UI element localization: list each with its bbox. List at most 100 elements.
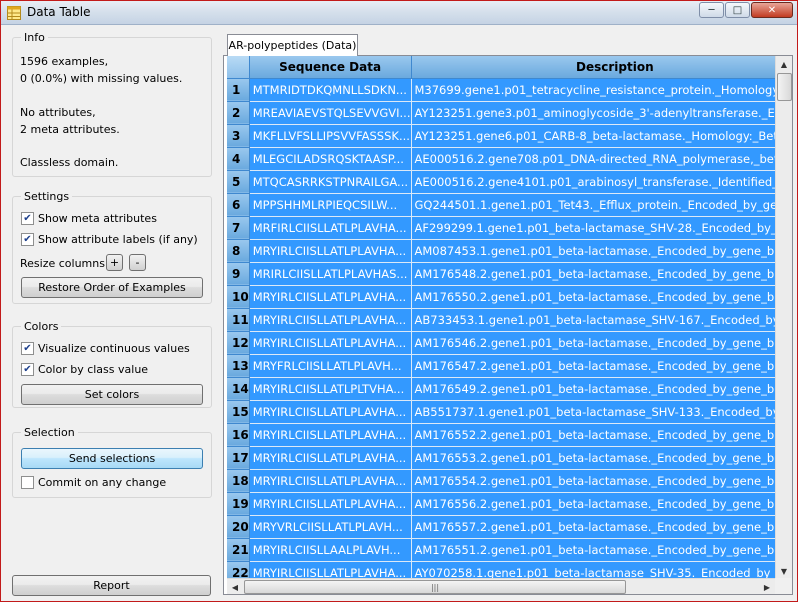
scroll-up-icon[interactable]: ▲ <box>776 56 792 72</box>
sequence-cell[interactable]: MPPSHHMLRPIEQCSILW... <box>249 193 412 217</box>
sequence-cell[interactable]: MRYIRLCIISLLATLPLAVHA... <box>249 423 412 447</box>
row-number[interactable]: 16 <box>227 423 250 447</box>
visualize-checkbox-row[interactable]: ✔ Visualize continuous values <box>21 342 190 355</box>
row-number[interactable]: 20 <box>227 515 250 539</box>
row-number[interactable]: 17 <box>227 446 250 470</box>
table-row[interactable]: 18 MRYIRLCIISLLATLPLAVHA... AM176554.2.gen… <box>227 469 775 493</box>
sequence-cell[interactable]: MTMRIDTDKQMNLLSDKN... <box>249 78 412 102</box>
commit-checkbox-row[interactable]: Commit on any change <box>21 476 166 489</box>
row-number[interactable]: 1 <box>227 78 250 102</box>
sequence-cell[interactable]: MRYIRLCIISLLATLPLAVHA... <box>249 331 412 355</box>
close-button[interactable]: ✕ <box>751 2 793 18</box>
set-colors-button[interactable]: Set colors <box>21 384 203 405</box>
sequence-cell[interactable]: MLEGCILADSRQSKTAASP... <box>249 147 412 171</box>
table-row[interactable]: 5 MTQCASRRKSTPNRAILGA... AE000516.2.gene41… <box>227 170 775 194</box>
row-number[interactable]: 21 <box>227 538 250 562</box>
row-number[interactable]: 18 <box>227 469 250 493</box>
sequence-cell[interactable]: MRYIRLCIISLLATLPLAVHA... <box>249 400 412 424</box>
table-row[interactable]: 1 MTMRIDTDKQMNLLSDKN... M37699.gene1.p01_t… <box>227 78 775 102</box>
row-number[interactable]: 11 <box>227 308 250 332</box>
row-number[interactable]: 12 <box>227 331 250 355</box>
description-cell[interactable]: M37699.gene1.p01_tetracycline_resistance… <box>411 78 775 102</box>
row-number[interactable]: 13 <box>227 354 250 378</box>
resize-minus-button[interactable]: - <box>129 254 146 271</box>
show-labels-checkbox[interactable]: ✔ <box>21 233 34 246</box>
row-number[interactable]: 4 <box>227 147 250 171</box>
description-cell[interactable]: AM176557.2.gene1.p01_beta-lactamase._Enc… <box>411 515 775 539</box>
sequence-cell[interactable]: MRYIRLCIISLLAALPLAVH... <box>249 538 412 562</box>
horizontal-scroll-thumb[interactable]: ||| <box>244 580 626 594</box>
row-number[interactable]: 15 <box>227 400 250 424</box>
description-cell[interactable]: AM176551.2.gene1.p01_beta-lactamase._Enc… <box>411 538 775 562</box>
sequence-cell[interactable]: MRYIRLCIISLLATLPLAVHA... <box>249 492 412 516</box>
sequence-cell[interactable]: MRFIRLCIISLLATLPLAVHA... <box>249 216 412 240</box>
description-cell[interactable]: AM176547.2.gene1.p01_beta-lactamase._Enc… <box>411 354 775 378</box>
color-by-class-checkbox[interactable]: ✔ <box>21 363 34 376</box>
description-cell[interactable]: AM176556.2.gene1.p01_beta-lactamase._Enc… <box>411 492 775 516</box>
table-row[interactable]: 13 MRYFRLCIISLLATLPLAVH... AM176547.2.gene… <box>227 354 775 378</box>
table-row[interactable]: 10 MRYIRLCIISLLATLPLAVHA... AM176550.2.gen… <box>227 285 775 309</box>
sequence-cell[interactable]: MRYIRLCIISLLATLPLAVHA... <box>249 239 412 263</box>
table-row[interactable]: 11 MRYIRLCIISLLATLPLAVHA... AB733453.1.gen… <box>227 308 775 332</box>
minimize-button[interactable]: ─ <box>699 2 724 18</box>
table-row[interactable]: 21 MRYIRLCIISLLAALPLAVH... AM176551.2.gene… <box>227 538 775 562</box>
row-number[interactable]: 7 <box>227 216 250 240</box>
table-row[interactable]: 7 MRFIRLCIISLLATLPLAVHA... AF299299.1.gene… <box>227 216 775 240</box>
title-bar[interactable]: Data Table ─ □ ✕ <box>1 1 797 25</box>
description-cell[interactable]: AM176553.2.gene1.p01_beta-lactamase._Enc… <box>411 446 775 470</box>
table-row[interactable]: 22 MRYIRLCIISLLATLPLAVHA... AY070258.1.gen… <box>227 561 775 579</box>
corner-header[interactable] <box>227 56 250 79</box>
table-row[interactable]: 12 MRYIRLCIISLLATLPLAVHA... AM176546.2.gen… <box>227 331 775 355</box>
description-cell[interactable]: AY123251.gene6.p01_CARB-8_beta-lactamase… <box>411 124 775 148</box>
description-cell[interactable]: AM176550.2.gene1.p01_beta-lactamase._Enc… <box>411 285 775 309</box>
row-number[interactable]: 10 <box>227 285 250 309</box>
table-row[interactable]: 4 MLEGCILADSRQSKTAASP... AE000516.2.gene70… <box>227 147 775 171</box>
row-number[interactable]: 6 <box>227 193 250 217</box>
description-cell[interactable]: AB733453.1.gene1.p01_beta-lactamase_SHV-… <box>411 308 775 332</box>
sequence-cell[interactable]: MTQCASRRKSTPNRAILGA... <box>249 170 412 194</box>
show-meta-checkbox[interactable]: ✔ <box>21 212 34 225</box>
sequence-cell[interactable]: MRYIRLCIISLLATLPLAVHA... <box>249 561 412 579</box>
table-row[interactable]: 9 MRIRLCIISLLATLPLAVHAS... AM176548.2.gene… <box>227 262 775 286</box>
description-cell[interactable]: AY070258.1.gene1.p01_beta-lactamase_SHV-… <box>411 561 775 579</box>
resize-plus-button[interactable]: + <box>106 254 123 271</box>
description-cell[interactable]: AM087453.1.gene1.p01_beta-lactamase._Enc… <box>411 239 775 263</box>
description-cell[interactable]: AM176546.2.gene1.p01_beta-lactamase._Enc… <box>411 331 775 355</box>
show-meta-checkbox-row[interactable]: ✔ Show meta attributes <box>21 212 157 225</box>
description-cell[interactable]: AF299299.1.gene1.p01_beta-lactamase_SHV-… <box>411 216 775 240</box>
table-row[interactable]: 17 MRYIRLCIISLLATLPLAVHA... AM176553.2.gen… <box>227 446 775 470</box>
tab-ar-polypeptides[interactable]: AR-polypeptides (Data) <box>227 34 358 56</box>
row-number[interactable]: 19 <box>227 492 250 516</box>
table-row[interactable]: 2 MREAVIAEVSTQLSEVVGVI... AY123251.gene3.p… <box>227 101 775 125</box>
table-row[interactable]: 3 MKFLLVFSLLIPSVVFASSSK... AY123251.gene6.… <box>227 124 775 148</box>
description-cell[interactable]: AY123251.gene3.p01_aminoglycoside_3'-ade… <box>411 101 775 125</box>
commit-checkbox[interactable] <box>21 476 34 489</box>
row-number[interactable]: 9 <box>227 262 250 286</box>
vertical-scrollbar[interactable]: ▲ ▼ <box>775 56 792 579</box>
row-number[interactable]: 8 <box>227 239 250 263</box>
sequence-cell[interactable]: MRYIRLCIISLLATLPLAVHA... <box>249 469 412 493</box>
sequence-cell[interactable]: MRYIRLCIISLLATLPLAVHA... <box>249 446 412 470</box>
data-grid[interactable]: Sequence Data Description 1 MTMRIDTDKQMNL… <box>227 56 775 579</box>
table-row[interactable]: 14 MRYIRLCIISLLATLPLTVHA... AM176549.2.gen… <box>227 377 775 401</box>
sequence-cell[interactable]: MRYIRLCIISLLATLPLAVHA... <box>249 285 412 309</box>
description-cell[interactable]: AM176549.2.gene1.p01_beta-lactamase._Enc… <box>411 377 775 401</box>
column-header-sequence[interactable]: Sequence Data <box>249 56 412 79</box>
restore-order-button[interactable]: Restore Order of Examples <box>21 277 203 298</box>
row-number[interactable]: 3 <box>227 124 250 148</box>
scroll-right-icon[interactable]: ▶ <box>759 579 775 595</box>
description-cell[interactable]: AE000516.2.gene4101.p01_arabinosyl_trans… <box>411 170 775 194</box>
sequence-cell[interactable]: MRYVRLCIISLLATLPLAVH... <box>249 515 412 539</box>
sequence-cell[interactable]: MRYFRLCIISLLATLPLAVH... <box>249 354 412 378</box>
sequence-cell[interactable]: MKFLLVFSLLIPSVVFASSSK... <box>249 124 412 148</box>
table-row[interactable]: 6 MPPSHHMLRPIEQCSILW... GQ244501.1.gene1.p… <box>227 193 775 217</box>
description-cell[interactable]: AM176548.2.gene1.p01_beta-lactamase._Enc… <box>411 262 775 286</box>
visualize-checkbox[interactable]: ✔ <box>21 342 34 355</box>
color-by-class-checkbox-row[interactable]: ✔ Color by class value <box>21 363 148 376</box>
description-cell[interactable]: AM176554.2.gene1.p01_beta-lactamase._Enc… <box>411 469 775 493</box>
scroll-down-icon[interactable]: ▼ <box>776 563 792 579</box>
sequence-cell[interactable]: MRYIRLCIISLLATLPLTVHA... <box>249 377 412 401</box>
table-row[interactable]: 8 MRYIRLCIISLLATLPLAVHA... AM087453.1.gene… <box>227 239 775 263</box>
send-selections-button[interactable]: Send selections <box>21 448 203 469</box>
table-row[interactable]: 19 MRYIRLCIISLLATLPLAVHA... AM176556.2.gen… <box>227 492 775 516</box>
